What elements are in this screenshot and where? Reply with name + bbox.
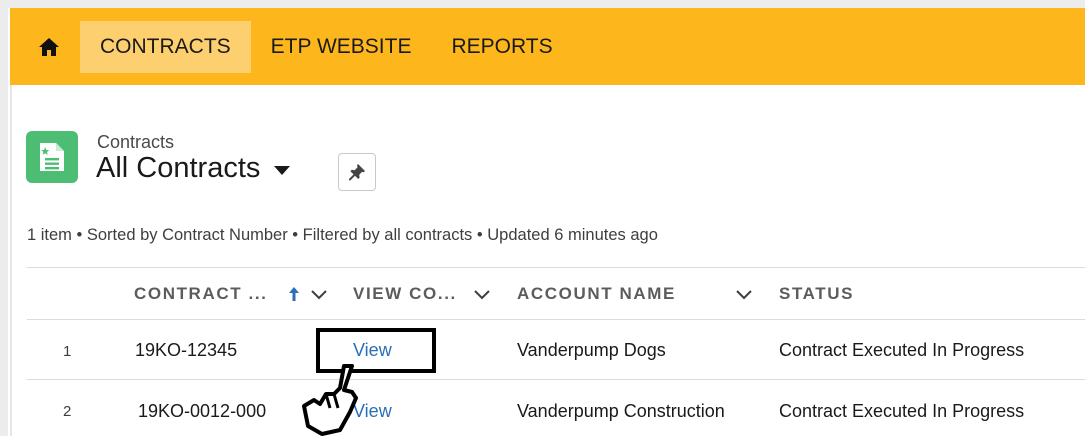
account-name-cell: Vanderpump Dogs	[517, 340, 666, 360]
nav-item-contracts[interactable]: CONTRACTS	[80, 20, 251, 73]
column-menu-contract-chevron-down-icon[interactable]	[310, 285, 328, 303]
list-view-info: 1 item • Sorted by Contract Number • Fil…	[27, 226, 658, 244]
account-name-cell: Vanderpump Construction	[517, 401, 725, 421]
list-view-title: All Contracts	[96, 152, 261, 184]
hand-pointer-icon	[302, 364, 358, 436]
column-header-contract-number[interactable]: CONTRACT ...	[134, 284, 267, 304]
nav-item-etp-website[interactable]: ETP WEBSITE	[251, 21, 432, 73]
column-header-account-name[interactable]: ACCOUNT NAME	[517, 284, 676, 304]
table-header-border	[27, 319, 1085, 320]
column-header-view-contract[interactable]: VIEW CO...	[353, 284, 457, 304]
status-cell: Contract Executed In Progress	[779, 340, 1025, 360]
contract-document-icon	[40, 143, 64, 171]
object-icon-badge	[26, 131, 78, 183]
pin-icon	[349, 164, 365, 181]
window-left-border	[0, 0, 8, 436]
column-menu-view-chevron-down-icon[interactable]	[473, 285, 491, 303]
column-menu-account-chevron-down-icon[interactable]	[735, 285, 753, 303]
status-cell: Contract Executed In Progress	[779, 401, 1025, 421]
home-icon	[39, 37, 59, 56]
top-navigation-bar: CONTRACTS ETP WEBSITE REPORTS	[10, 8, 1085, 85]
list-view-selector[interactable]: All Contracts	[96, 152, 291, 185]
row-divider	[27, 379, 1085, 380]
pin-list-view-button[interactable]	[338, 153, 376, 191]
sort-ascending-icon[interactable]	[285, 285, 303, 303]
column-header-status[interactable]: STATUS	[779, 284, 854, 304]
chevron-down-icon	[274, 166, 291, 175]
nav-item-reports[interactable]: REPORTS	[431, 21, 572, 73]
window-top-border	[0, 0, 1085, 8]
row-number: 1	[63, 343, 72, 360]
contract-number-cell: 19KO-0012-000	[138, 401, 267, 421]
home-button[interactable]	[18, 15, 80, 79]
content-left-divider	[10, 85, 12, 436]
object-label: Contracts	[97, 132, 175, 152]
contract-number-cell: 19KO-12345	[135, 340, 238, 360]
row-number: 2	[63, 403, 72, 420]
table-top-border	[27, 267, 1085, 268]
